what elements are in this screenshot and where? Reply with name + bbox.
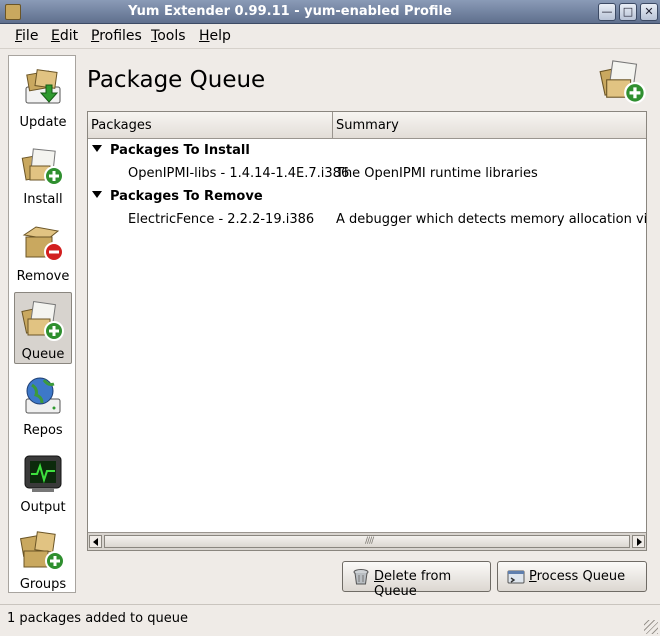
page-title: Package Queue — [87, 67, 266, 93]
package-summary: A debugger which detects memory allocati… — [336, 212, 646, 227]
expander-arrow-icon[interactable] — [92, 191, 102, 198]
sidebar-item-queue[interactable]: Queue — [14, 292, 72, 364]
table-row[interactable]: OpenIPMI-libs - 1.4.14-1.4E.7.i386 The O… — [88, 164, 646, 186]
sidebar-item-label: Queue — [21, 347, 65, 362]
scroll-right-icon[interactable] — [632, 535, 645, 548]
menu-edit[interactable]: Edit — [50, 28, 79, 44]
window-title: Yum Extender 0.99.11 - yum-enabled Profi… — [128, 4, 452, 19]
title-bar: Yum Extender 0.99.11 - yum-enabled Profi… — [0, 0, 660, 24]
install-icon — [21, 148, 64, 186]
sidebar-item-label: Output — [20, 500, 66, 515]
update-icon — [25, 69, 61, 104]
process-queue-button[interactable]: Process Queue — [497, 561, 647, 592]
column-header-packages[interactable]: Packages — [88, 112, 333, 139]
package-summary: The OpenIPMI runtime libraries — [336, 166, 538, 181]
sidebar-item-label: Install — [23, 192, 63, 207]
menu-profiles[interactable]: Profiles — [90, 28, 143, 44]
maximize-button[interactable]: □ — [619, 3, 637, 21]
group-label: Packages To Remove — [110, 189, 263, 204]
menu-help[interactable]: Help — [198, 28, 232, 44]
package-name: OpenIPMI-libs - 1.4.14-1.4E.7.i386 — [128, 166, 350, 181]
sidebar-item-install[interactable]: Install — [14, 138, 72, 210]
delete-from-queue-button[interactable]: Delete from Queue — [342, 561, 491, 599]
sidebar-item-label: Update — [19, 115, 67, 130]
menu-tools[interactable]: Tools — [150, 28, 187, 44]
package-queue-tree[interactable]: Packages Summary Packages To Install Ope… — [87, 111, 647, 551]
package-name: ElectricFence - 2.2.2-19.i386 — [128, 212, 315, 227]
scrollbar-thumb[interactable]: //// — [104, 535, 630, 548]
horizontal-scrollbar[interactable]: //// — [88, 532, 646, 550]
column-header-summary[interactable]: Summary — [333, 112, 646, 139]
sidebar-item-label: Remove — [16, 269, 70, 284]
expander-arrow-icon[interactable] — [92, 145, 102, 152]
remove-icon — [22, 226, 64, 262]
table-row[interactable]: ElectricFence - 2.2.2-19.i386 A debugger… — [88, 210, 646, 232]
repos-icon — [25, 377, 61, 414]
trash-icon — [353, 569, 369, 585]
sidebar: Update Install Remove Queue Repos Output… — [8, 55, 76, 593]
execute-icon — [507, 570, 525, 584]
minimize-button[interactable]: — — [598, 3, 616, 21]
resize-grip-icon[interactable] — [644, 620, 658, 634]
group-label: Packages To Install — [110, 143, 250, 158]
sidebar-item-groups[interactable]: Groups — [14, 523, 72, 595]
tree-group-remove[interactable]: Packages To Remove — [88, 187, 646, 209]
queue-icon — [599, 60, 646, 104]
sidebar-item-label: Repos — [23, 423, 63, 438]
groups-icon — [20, 531, 65, 571]
sidebar-item-remove[interactable]: Remove — [14, 215, 72, 287]
scroll-left-icon[interactable] — [89, 535, 102, 548]
status-text: 1 packages added to queue — [7, 611, 188, 626]
sidebar-item-update[interactable]: Update — [14, 61, 72, 133]
queue-icon — [21, 301, 64, 341]
grip-icon: //// — [365, 536, 374, 546]
process-queue-label: Process Queue — [529, 569, 626, 584]
menu-bar: File Edit Profiles Tools Help — [0, 25, 660, 49]
delete-from-queue-label: Delete from Queue — [374, 569, 452, 599]
close-button[interactable]: ✕ — [640, 3, 658, 21]
sidebar-item-output[interactable]: Output — [14, 446, 72, 518]
sidebar-item-label: Groups — [19, 577, 67, 592]
menu-file[interactable]: File — [14, 28, 39, 44]
output-icon — [24, 455, 62, 492]
status-bar: 1 packages added to queue — [0, 604, 660, 636]
sidebar-item-repos[interactable]: Repos — [14, 369, 72, 441]
tree-group-install[interactable]: Packages To Install — [88, 141, 646, 163]
